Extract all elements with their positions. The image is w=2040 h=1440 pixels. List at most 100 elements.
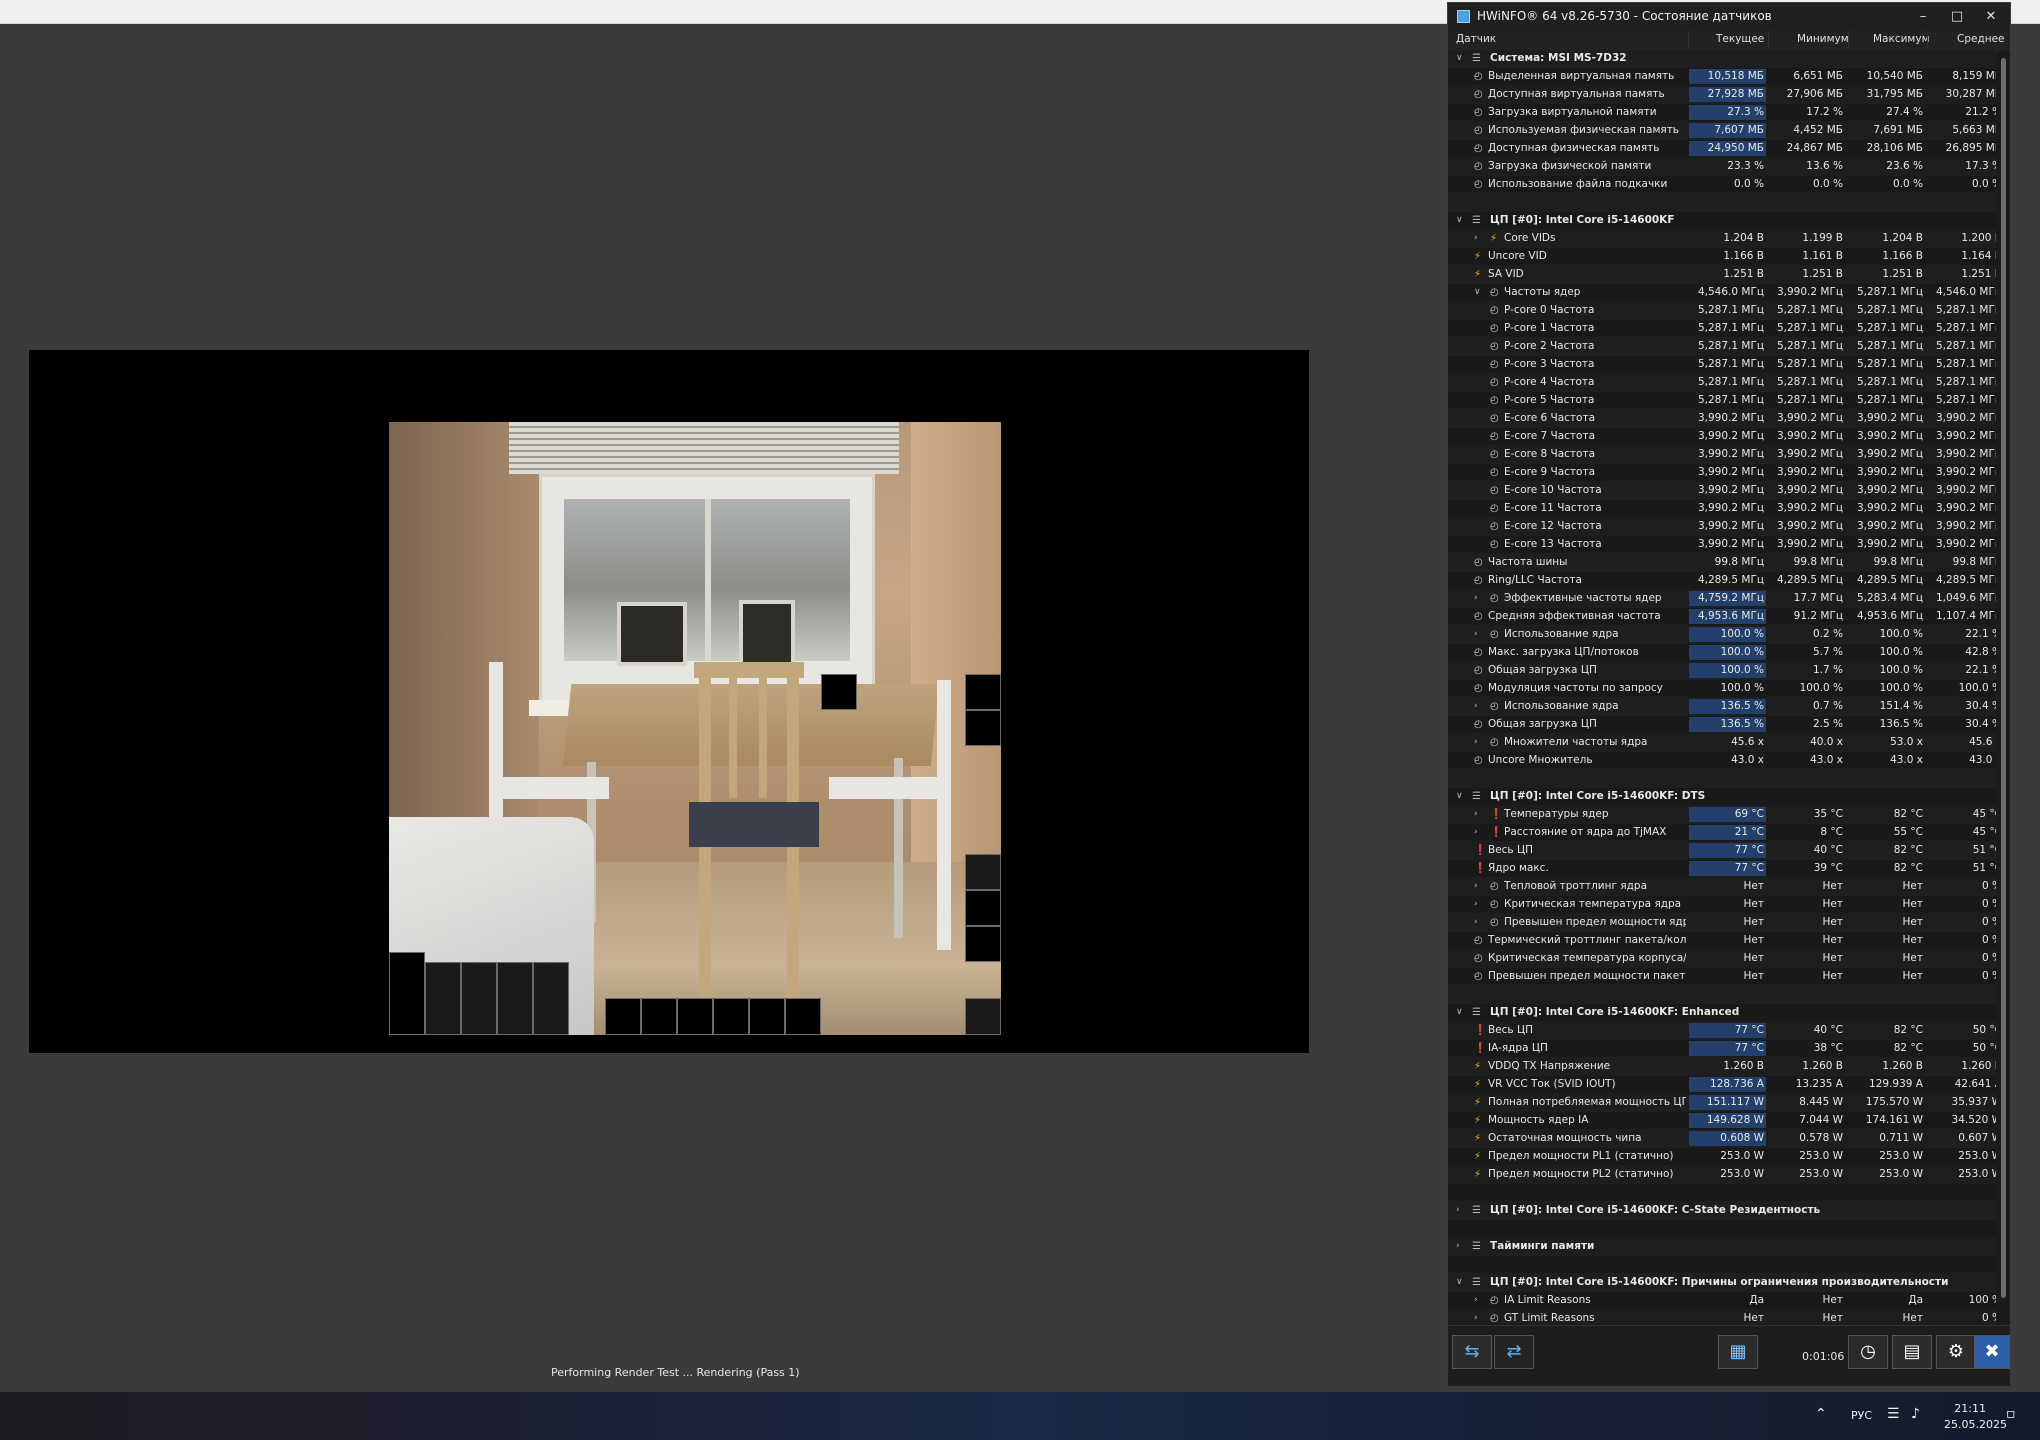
sensor-row[interactable]: ◴ Uncore Множитель 43.0 x 43.0 x 43.0 x 43.0 … <box>1448 752 1996 770</box>
sensor-row[interactable]: ❗Ядро макс. 77 °C 39 °C 82 °C 51 °C <box>1448 860 1996 878</box>
chevron-down-icon[interactable]: ∨ <box>1456 788 1466 805</box>
volume-icon[interactable]: ♪ <box>1911 1406 1920 1422</box>
sensor-row[interactable]: ◴ Доступная виртуальная память 27,928 МБ 27… <box>1448 86 1996 104</box>
sensor-row[interactable]: › ◴ Эффективные частоты ядер 4,759.2 МГц 17.… <box>1448 590 1996 608</box>
sensor-row[interactable]: ◴ Частота шины 99.8 МГц 99.8 МГц 99.8 МГц 99.… <box>1448 554 1996 572</box>
sensor-list-scrollbar[interactable] <box>1998 50 2009 1324</box>
sensor-row[interactable]: ◴ Термический троттлинг пакета/кол... Нет Н… <box>1448 932 1996 950</box>
sensor-group-row[interactable]: ∨ ☰ Система: MSI MS-7D32 <box>1448 50 1996 68</box>
wifi-icon[interactable]: ☰ <box>1887 1406 1900 1422</box>
sensor-row[interactable]: › ◴ Использование ядра 136.5 % 0.7 % 151.4 % 3… <box>1448 698 1996 716</box>
chevron-up-icon[interactable]: ⌃ <box>1815 1406 1827 1422</box>
sensor-row[interactable]: ◴ Загрузка физической памяти 23.3 % 13.6 % 2… <box>1448 158 1996 176</box>
chevron-right-icon[interactable]: › <box>1474 914 1484 931</box>
sensor-row[interactable]: ◴ Загрузка виртуальной памяти 27.3 % 17.2 %… <box>1448 104 1996 122</box>
arrows-expand-icon[interactable]: ⇆ <box>1452 1335 1492 1369</box>
sensor-group-row[interactable]: › ☰ Тайминги памяти <box>1448 1238 1996 1256</box>
column-header-sensor[interactable]: Датчик <box>1456 33 1496 45</box>
sensor-row[interactable]: ◴ E-core 10 Частота 3,990.2 МГц 3,990.2 МГц… <box>1448 482 1996 500</box>
clock-date[interactable]: 25.05.2025 <box>1944 1418 2007 1431</box>
sensor-group-row[interactable]: ∨ ☰ ЦП [#0]: Intel Core i5-14600KF <box>1448 212 1996 230</box>
sensor-group-row[interactable]: ∨ ☰ ЦП [#0]: Intel Core i5-14600KF: Enhanc… <box>1448 1004 1996 1022</box>
chevron-right-icon[interactable]: › <box>1474 824 1484 841</box>
sensor-row[interactable]: ◴ P-core 0 Частота 5,287.1 МГц 5,287.1 МГц 5… <box>1448 302 1996 320</box>
sensor-row[interactable]: ⚡ Предел мощности PL1 (статично) 253.0 W 25… <box>1448 1148 1996 1166</box>
close-button[interactable]: ✕ <box>1976 7 2006 27</box>
sensor-row[interactable]: ◴ Использование файла подкачки 0.0 % 0.0 % 0… <box>1448 176 1996 194</box>
sensor-row[interactable]: ⚡ VDDQ TX Напряжение 1.260 В 1.260 В 1.260 В… <box>1448 1058 1996 1076</box>
sensor-row[interactable]: › ◴ Использование ядра 100.0 % 0.2 % 100.0 % 2… <box>1448 626 1996 644</box>
sensor-row[interactable]: ⚡ Полная потребляемая мощность ЦП 151.117 … <box>1448 1094 1996 1112</box>
clock-time[interactable]: 21:11 <box>1944 1402 1986 1415</box>
sensor-row[interactable]: ◴ Выделенная виртуальная память 10,518 МБ 6… <box>1448 68 1996 86</box>
sensor-row[interactable]: › ◴ Превышен предел мощности ядра Нет Нет Нет… <box>1448 914 1996 932</box>
chevron-right-icon[interactable]: › <box>1474 626 1484 643</box>
sensor-row[interactable]: ◴ P-core 3 Частота 5,287.1 МГц 5,287.1 МГц 5… <box>1448 356 1996 374</box>
column-header-avg[interactable]: Среднее <box>1957 33 2005 45</box>
sensor-row[interactable]: ◴ E-core 11 Частота 3,990.2 МГц 3,990.2 МГц… <box>1448 500 1996 518</box>
chevron-down-icon[interactable]: ∨ <box>1456 1004 1466 1021</box>
chevron-right-icon[interactable]: › <box>1474 878 1484 895</box>
sensor-row[interactable]: ◴ Общая загрузка ЦП 100.0 % 1.7 % 100.0 % 22.… <box>1448 662 1996 680</box>
sensor-row[interactable]: ◴ E-core 12 Частота 3,990.2 МГц 3,990.2 МГц… <box>1448 518 1996 536</box>
chevron-down-icon[interactable]: ∨ <box>1456 212 1466 229</box>
sensor-row[interactable]: ◴ Превышен предел мощности пакет... Нет Нет… <box>1448 968 1996 986</box>
sensor-row[interactable]: ◴ E-core 6 Частота 3,990.2 МГц 3,990.2 МГц 3… <box>1448 410 1996 428</box>
sensor-row[interactable]: ◴ Общая загрузка ЦП 136.5 % 2.5 % 136.5 % 30.… <box>1448 716 1996 734</box>
sensor-row[interactable]: ◴ Модуляция частоты по запросу 100.0 % 100.… <box>1448 680 1996 698</box>
sensor-row[interactable]: › ⚡ Core VIDs 1.204 В 1.199 В 1.204 В 1.200 В <box>1448 230 1996 248</box>
sensor-row[interactable]: ◴ P-core 5 Частота 5,287.1 МГц 5,287.1 МГц 5… <box>1448 392 1996 410</box>
network-monitor-icon[interactable]: ▦ <box>1718 1335 1758 1369</box>
maximize-button[interactable]: □ <box>1942 7 1972 27</box>
sensor-row[interactable]: ◴ Критическая температура корпуса/... Нет Н… <box>1448 950 1996 968</box>
sensor-row[interactable]: › ◴ Критическая температура ядра Нет Нет Нет 0… <box>1448 896 1996 914</box>
sensor-row[interactable]: ⚡ SA VID 1.251 В 1.251 В 1.251 В 1.251 В <box>1448 266 1996 284</box>
sensor-row[interactable]: ❗Весь ЦП 77 °C 40 °C 82 °C 50 °C <box>1448 1022 1996 1040</box>
sensor-row[interactable]: ❗IA-ядра ЦП 77 °C 38 °C 82 °C 50 °C <box>1448 1040 1996 1058</box>
sensor-row[interactable]: ◴ P-core 2 Частота 5,287.1 МГц 5,287.1 МГц 5… <box>1448 338 1996 356</box>
sensor-row[interactable]: ◴ E-core 8 Частота 3,990.2 МГц 3,990.2 МГц 3… <box>1448 446 1996 464</box>
chevron-right-icon[interactable]: › <box>1474 806 1484 823</box>
sensor-group-row[interactable]: › ☰ ЦП [#0]: Intel Core i5-14600KF: C-Stat… <box>1448 1202 1996 1220</box>
chevron-right-icon[interactable]: › <box>1474 230 1484 247</box>
sensor-row[interactable]: ∨ ◴ Частоты ядер 4,546.0 МГц 3,990.2 МГц 5,28… <box>1448 284 1996 302</box>
sensor-row[interactable]: ◴ Средняя эффективная частота 4,953.6 МГц 9… <box>1448 608 1996 626</box>
hwinfo-window[interactable]: HWiNFO® 64 v8.26-5730 - Состояние датчик… <box>1447 2 2011 1386</box>
column-header-current[interactable]: Текущее <box>1716 33 1764 45</box>
sensor-row[interactable]: ⚡ Мощность ядер IA 149.628 W 7.044 W 174.161… <box>1448 1112 1996 1130</box>
sensor-row[interactable]: ⚡ Остаточная мощность чипа 0.608 W 0.578 W 0… <box>1448 1130 1996 1148</box>
chevron-down-icon[interactable]: ∨ <box>1474 284 1484 301</box>
sensor-row[interactable]: ⚡ Предел мощности PL2 (статично) 253.0 W 25… <box>1448 1166 1996 1184</box>
sensor-row[interactable]: ❗Весь ЦП 77 °C 40 °C 82 °C 51 °C <box>1448 842 1996 860</box>
chevron-right-icon[interactable]: › <box>1456 1238 1466 1255</box>
sensor-row[interactable]: ◴ Макс. загрузка ЦП/потоков 100.0 % 5.7 % 10… <box>1448 644 1996 662</box>
sensor-row[interactable]: › ❗Температуры ядер 69 °C 35 °C 82 °C 45 °C <box>1448 806 1996 824</box>
scrollbar-thumb[interactable] <box>2001 58 2006 1298</box>
minimize-button[interactable]: – <box>1908 7 1938 27</box>
chevron-right-icon[interactable]: › <box>1474 698 1484 715</box>
column-header-min[interactable]: Минимум <box>1797 33 1849 45</box>
chevron-right-icon[interactable]: › <box>1474 734 1484 751</box>
sensor-row[interactable]: ◴ P-core 4 Частота 5,287.1 МГц 5,287.1 МГц 5… <box>1448 374 1996 392</box>
sensor-row[interactable]: ⚡ VR VCC Ток (SVID IOUT) 128.736 A 13.235 A… <box>1448 1076 1996 1094</box>
sensor-group-row[interactable]: ∨ ☰ ЦП [#0]: Intel Core i5-14600KF: Причин… <box>1448 1274 1996 1292</box>
chevron-right-icon[interactable]: › <box>1474 896 1484 913</box>
sensor-row[interactable]: ◴ E-core 13 Частота 3,990.2 МГц 3,990.2 МГц… <box>1448 536 1996 554</box>
sensor-row[interactable]: › ◴ GT Limit Reasons Нет Нет Нет 0 % <box>1448 1310 1996 1324</box>
sensor-row[interactable]: › ◴ Тепловой троттлинг ядра Нет Нет Нет 0 % <box>1448 878 1996 896</box>
chevron-down-icon[interactable]: ∨ <box>1456 50 1466 67</box>
sensor-row[interactable]: ◴ P-core 1 Частота 5,287.1 МГц 5,287.1 МГц 5… <box>1448 320 1996 338</box>
sensor-row[interactable]: ◴ E-core 7 Частота 3,990.2 МГц 3,990.2 МГц 3… <box>1448 428 1996 446</box>
gear-icon[interactable]: ⚙ <box>1936 1335 1976 1369</box>
chevron-right-icon[interactable]: › <box>1474 590 1484 607</box>
hwinfo-titlebar[interactable]: HWiNFO® 64 v8.26-5730 - Состояние датчик… <box>1448 3 2010 30</box>
sensor-row[interactable]: ⚡ Uncore VID 1.166 В 1.161 В 1.166 В 1.164 В <box>1448 248 1996 266</box>
sensor-row[interactable]: › ◴ Множители частоты ядра 45.6 x 40.0 x 53.0… <box>1448 734 1996 752</box>
chevron-right-icon[interactable]: › <box>1456 1202 1466 1219</box>
notification-bell-icon[interactable]: ▫ <box>2006 1406 2016 1422</box>
sensor-group-row[interactable]: ∨ ☰ ЦП [#0]: Intel Core i5-14600KF: DTS <box>1448 788 1996 806</box>
chevron-right-icon[interactable]: › <box>1474 1310 1484 1324</box>
chevron-down-icon[interactable]: ∨ <box>1456 1274 1466 1291</box>
sensor-row[interactable]: ◴ Доступная физическая память 24,950 МБ 24,… <box>1448 140 1996 158</box>
language-indicator[interactable]: РУС <box>1851 1409 1872 1422</box>
